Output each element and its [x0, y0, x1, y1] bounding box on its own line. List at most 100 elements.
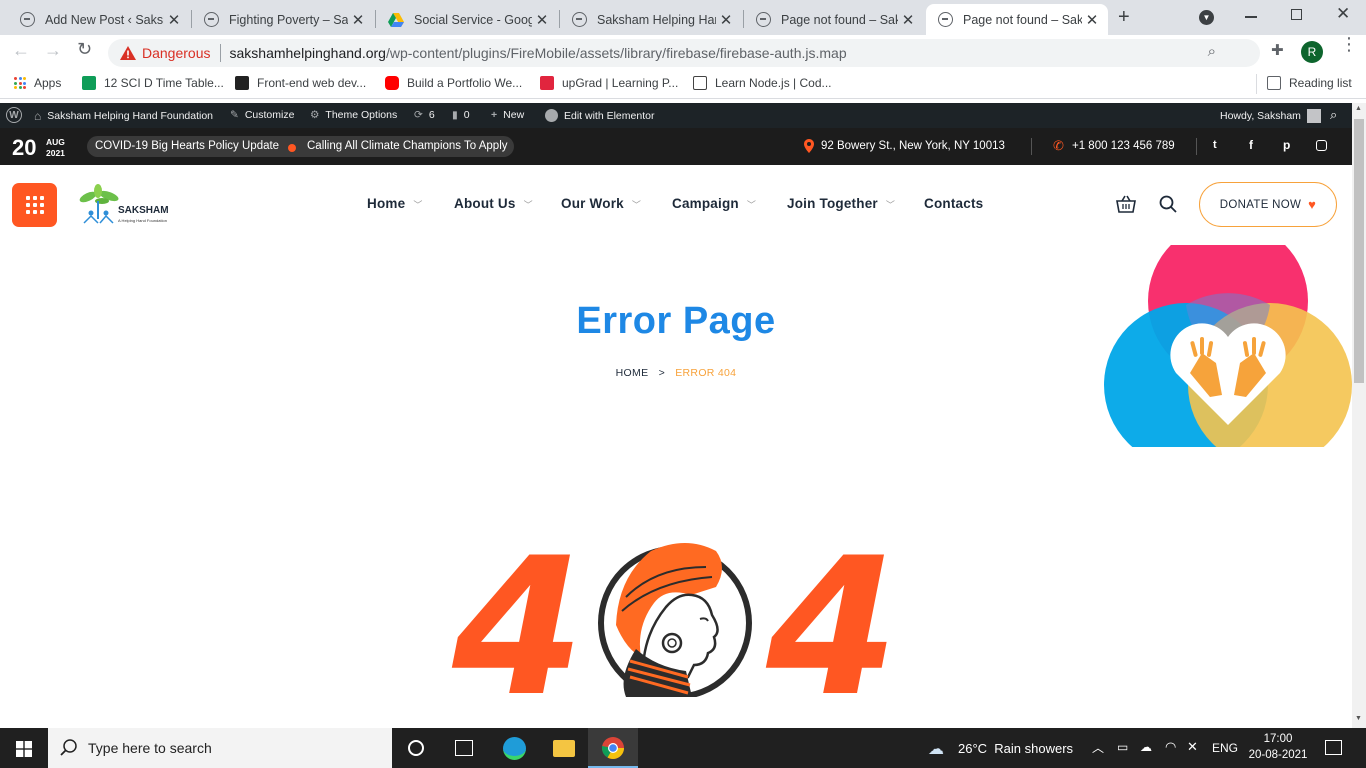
close-tab-icon[interactable]: ✕ — [898, 11, 918, 29]
instagram-icon[interactable] — [1316, 140, 1327, 151]
admin-elementor[interactable]: Edit with Elementor — [545, 109, 654, 122]
cortana-icon[interactable] — [408, 740, 424, 756]
windows-start-icon[interactable] — [16, 741, 32, 757]
admin-comments[interactable]: ▮ 0 — [452, 109, 470, 121]
nav-join-together[interactable]: Join Together ﹀ — [787, 196, 895, 211]
nav-home[interactable]: Home ﹀ — [367, 196, 423, 211]
address-bar[interactable]: Dangerous sakshamhelpinghand.org /wp-con… — [108, 39, 1260, 67]
browser-tab[interactable]: Add New Post ‹ Saksham Helping Hand ✕ — [8, 4, 190, 35]
close-tab-icon[interactable]: ✕ — [716, 11, 736, 29]
browser-tab[interactable]: Fighting Poverty – Saksham Helping ✕ — [192, 4, 374, 35]
date-year: 2021 — [46, 148, 65, 158]
bookmark-label: Front-end web dev... — [257, 76, 367, 90]
bookmark-item[interactable]: 12 SCI D Time Table... — [82, 76, 224, 90]
tray-device-icon[interactable]: ▭ — [1117, 740, 1128, 754]
close-window-icon[interactable]: ✕ — [1336, 4, 1350, 24]
bookmark-item[interactable]: upGrad | Learning P... — [540, 76, 678, 90]
wordpress-icon[interactable]: W — [6, 107, 22, 123]
back-icon[interactable]: ← — [12, 40, 30, 61]
nav-about-us[interactable]: About Us ﹀ — [454, 196, 533, 211]
page-scrollbar[interactable]: ▲ ▼ — [1352, 103, 1366, 728]
tab-search-icon[interactable]: ▼ — [1199, 10, 1214, 25]
task-view-icon[interactable] — [455, 740, 473, 756]
bookmark-apps[interactable]: Apps — [14, 76, 61, 90]
breadcrumb: HOME > ERROR 404 — [0, 367, 1352, 379]
admin-site-name[interactable]: ⌂ Saksham Helping Hand Foundation — [34, 109, 213, 123]
pinterest-icon[interactable]: p — [1283, 138, 1290, 152]
theme-options-label: Theme Options — [325, 109, 398, 121]
nav-our-work[interactable]: Our Work ﹀ — [561, 196, 641, 211]
admin-new[interactable]: + New — [491, 109, 524, 121]
globe-icon — [20, 12, 35, 27]
menu-kebab-icon[interactable]: ⋮ — [1340, 35, 1358, 53]
search-icon[interactable] — [1159, 195, 1177, 213]
bookmark-item[interactable]: Build a Portfolio We... — [385, 76, 522, 90]
address-text: 92 Bowery St., New York, NY 10013 — [821, 140, 1005, 152]
tab-title: Saksham Helping Hand Foundation — [597, 12, 716, 27]
bookmark-item[interactable]: Front-end web dev... — [235, 76, 366, 90]
close-tab-icon[interactable]: ✕ — [348, 11, 368, 29]
cart-basket-icon[interactable] — [1116, 195, 1136, 213]
reload-icon[interactable]: ↻ — [77, 39, 92, 60]
onedrive-icon[interactable]: ☁ — [1140, 740, 1152, 754]
extensions-icon[interactable]: ✚ — [1271, 41, 1284, 59]
browser-tab[interactable]: Saksham Helping Hand Foundation ✕ — [560, 4, 742, 35]
security-label[interactable]: Dangerous — [142, 45, 211, 61]
error-digit-right: 4 — [766, 517, 899, 728]
scrollbar-thumb[interactable] — [1354, 119, 1364, 383]
admin-account[interactable]: Howdy, Saksham — [1220, 109, 1321, 123]
upgrad-icon — [540, 76, 554, 90]
zoom-search-icon[interactable]: ⌕ — [1208, 43, 1216, 60]
site-logo[interactable]: SAKSHAM A Helping Hand Foundation — [76, 183, 186, 227]
plus-icon: + — [491, 109, 498, 121]
nav-campaign[interactable]: Campaign ﹀ — [672, 196, 756, 211]
new-tab-button[interactable]: + — [1118, 6, 1130, 29]
reading-list[interactable]: Reading list — [1267, 76, 1352, 90]
tray-chevron-icon[interactable]: ︿ — [1092, 739, 1104, 756]
notifications-icon[interactable] — [1325, 740, 1342, 755]
google-drive-icon — [388, 12, 404, 27]
wifi-icon[interactable]: ◠ — [1165, 739, 1176, 755]
donate-now-button[interactable]: DONATE NOW ♥ — [1199, 182, 1337, 227]
breadcrumb-home[interactable]: HOME — [616, 367, 649, 379]
admin-customize[interactable]: ✎ Customize — [230, 109, 294, 121]
browser-tab[interactable]: Social Service - Google Drive ✕ — [376, 4, 558, 35]
admin-updates[interactable]: ⟳ 6 — [414, 109, 435, 121]
minimize-icon[interactable] — [1245, 16, 1257, 18]
phone-text[interactable]: +1 800 123 456 789 — [1072, 140, 1175, 152]
news-item[interactable]: Calling All Climate Champions To Apply — [307, 140, 508, 152]
nav-contacts[interactable]: Contacts — [924, 196, 983, 211]
clock-time[interactable]: 17:00 — [1249, 733, 1307, 745]
page-title: Error Page — [576, 300, 776, 342]
facebook-icon[interactable]: f — [1249, 138, 1253, 152]
grid-menu-button[interactable] — [12, 183, 57, 227]
forward-icon[interactable]: → — [44, 40, 62, 61]
weather-text[interactable]: 26°C Rain showers — [958, 741, 1073, 756]
taskbar-search-box[interactable]: Type here to search — [48, 728, 392, 768]
bookmark-item[interactable]: Learn Node.js | Cod... — [693, 76, 832, 90]
file-explorer-icon[interactable] — [553, 740, 575, 757]
admin-search-icon[interactable]: ⌕ — [1330, 107, 1337, 123]
close-tab-icon[interactable]: ✕ — [532, 11, 552, 29]
volume-muted-icon[interactable]: ✕ — [1187, 739, 1198, 755]
clock-date[interactable]: 20-08-2021 — [1244, 749, 1312, 761]
news-item[interactable]: COVID-19 Big Hearts Policy Update — [95, 140, 279, 152]
taskbar-search-placeholder: Type here to search — [88, 740, 212, 756]
admin-theme-options[interactable]: ⚙ Theme Options — [310, 109, 397, 121]
profile-avatar[interactable]: R — [1301, 41, 1323, 63]
restore-icon[interactable] — [1291, 9, 1302, 20]
windows-taskbar: Type here to search ☁ 26°C Rain showers … — [0, 728, 1366, 768]
site-header: SAKSHAM A Helping Hand Foundation Home ﹀ … — [0, 165, 1352, 245]
chrome-taskbar-item[interactable] — [588, 728, 638, 768]
close-tab-icon[interactable]: ✕ — [1082, 11, 1102, 29]
edge-icon[interactable] — [503, 737, 526, 760]
close-tab-icon[interactable]: ✕ — [164, 11, 184, 29]
language-indicator[interactable]: ENG — [1212, 741, 1238, 755]
browser-tab-active[interactable]: Page not found – Saksham Helping ✕ — [926, 4, 1108, 35]
browser-tab[interactable]: Page not found – Saksham Helping ✕ — [744, 4, 924, 35]
brush-icon: ✎ — [230, 109, 239, 121]
apps-grid-icon — [14, 77, 26, 89]
comment-icon: ▮ — [452, 109, 458, 121]
globe-icon — [938, 12, 953, 27]
twitter-icon[interactable]: t — [1213, 139, 1217, 151]
